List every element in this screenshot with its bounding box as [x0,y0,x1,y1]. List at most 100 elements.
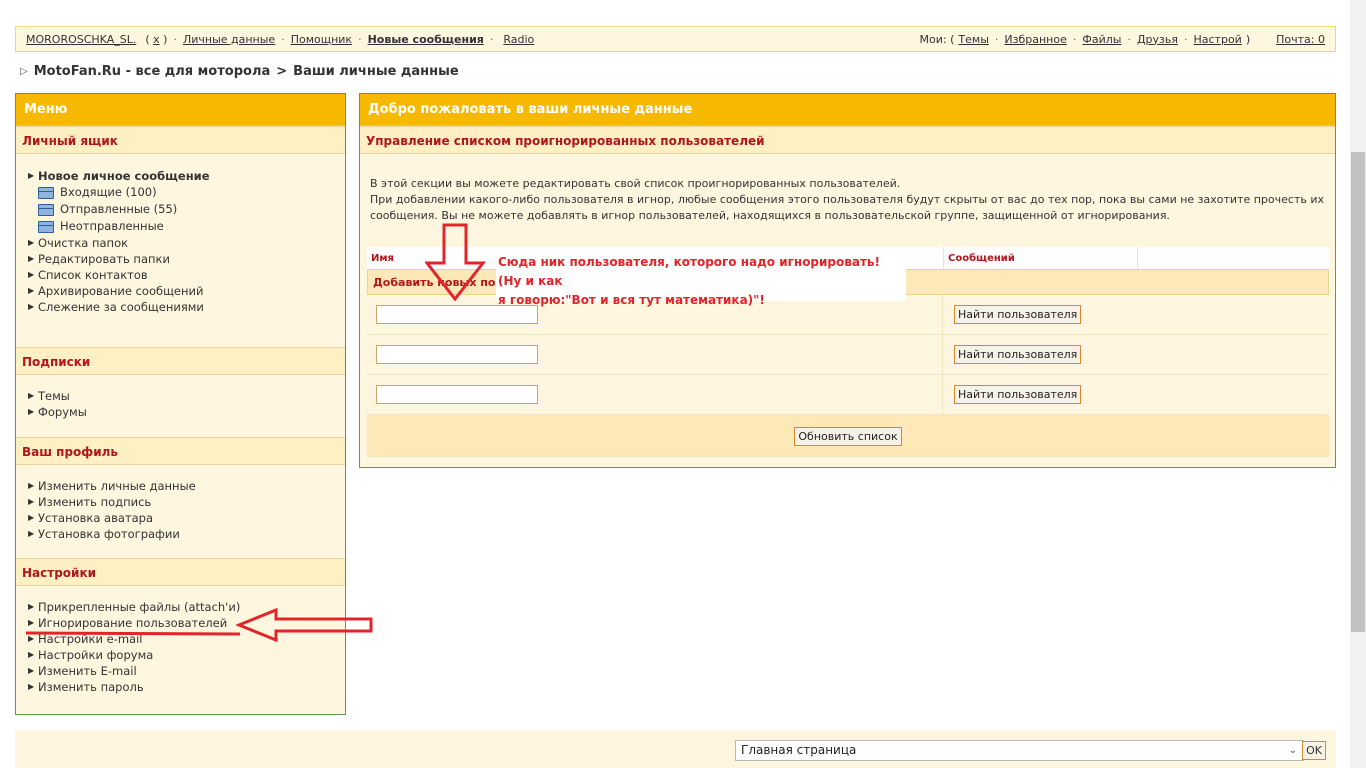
sidebar-item-label: Очистка папок [38,236,129,250]
bullet-icon: ▶ [28,171,35,180]
mail-link[interactable]: Почта: 0 [1276,33,1325,46]
sidebar-item-label: Прикрепленные файлы (attach'и) [38,600,241,614]
breadcrumb-site[interactable]: MotoFan.Ru - все для моторола [34,64,271,79]
action-cell: Найти пользователя [943,295,1082,334]
sidebar-item-label: Редактировать папки [38,252,170,266]
subscriptions-section: ▶ Темы ▶ Форумы [16,375,345,437]
bullet-icon: ▶ [28,666,35,675]
folder-inbox[interactable]: Входящие (100) [26,184,345,201]
scrollbar-thumb[interactable] [1351,152,1365,632]
sidebar-item-tracking[interactable]: ▶ Слежение за сообщениями [26,299,345,315]
files-link[interactable]: Файлы [1082,33,1121,46]
mailbox-section: ▶ Новое личное сообщение Входящие (100) О… [16,154,345,347]
bullet-icon: ▶ [28,481,35,490]
table-footer: Обновить список [367,415,1329,457]
close-paren: ) [1245,32,1251,46]
user-links: MOROROSCHKA_SL. ( x ) · Личные данные · … [26,33,534,46]
folder-icon [38,221,54,233]
annotation-line-2: я говорю:"Вот и вся тут математика)"! [498,293,765,307]
folder-sent[interactable]: Отправленные (55) [26,201,345,218]
separator: · [358,32,362,46]
sidebar-item-label: Список контактов [38,268,148,282]
sidebar-item-contacts[interactable]: ▶ Список контактов [26,267,345,283]
jump-select[interactable]: Главная страница ⌄ [735,740,1304,761]
menu-title: Меню [16,94,345,126]
radio-link[interactable]: Radio [503,33,534,46]
bullet-icon: ▶ [28,497,35,506]
sidebar-item-photo[interactable]: ▶ Установка фотографии [26,526,345,542]
separator: · [173,32,177,46]
bullet-icon: ▶ [28,650,35,659]
personal-data-link[interactable]: Личные данные [183,33,275,46]
annotation-note: Сюда ник пользователя, которого надо игн… [496,251,906,307]
sidebar-item-label: Темы [38,389,70,403]
sidebar-item-label: Установка фотографии [38,527,180,541]
sidebar-item-change-email[interactable]: ▶ Изменить E-mail [26,663,345,679]
intro-text: В этой секции вы можете редактировать св… [360,154,1335,224]
find-user-button[interactable]: Найти пользователя [954,385,1082,404]
my-label: Мои: ( [919,32,955,46]
sidebar-item-change-password[interactable]: ▶ Изменить пароль [26,679,345,695]
action-cell: Найти пользователя [943,375,1082,414]
folder-icon [38,187,54,199]
sidebar-item-label: Изменить E-mail [38,664,137,678]
sidebar-item-forum-settings[interactable]: ▶ Настройки форума [26,647,345,663]
ignore-username-input[interactable] [376,385,538,404]
sidebar-item-label: Изменить пароль [38,680,144,694]
separator: · [281,32,285,46]
favorites-link[interactable]: Избранное [1004,33,1066,46]
breadcrumb: ▷ MotoFan.Ru - все для моторола > Ваши л… [20,64,459,79]
separator: · [1184,32,1188,46]
top-user-bar: MOROROSCHKA_SL. ( x ) · Личные данные · … [15,26,1336,52]
annotation-line-1: Сюда ник пользователя, которого надо игн… [498,255,880,288]
sidebar-item-avatar[interactable]: ▶ Установка аватара [26,510,345,526]
username-link[interactable]: MOROROSCHKA_SL. [26,33,136,46]
my-topics-link[interactable]: Темы [958,33,988,46]
sidebar-item-archive[interactable]: ▶ Архивирование сообщений [26,283,345,299]
sidebar-item-forums[interactable]: ▶ Форумы [26,404,345,420]
update-list-button[interactable]: Обновить список [794,426,902,446]
sidebar-item-label: Установка аватара [38,511,154,525]
bullet-icon: ▶ [28,391,35,400]
bullet-icon: ▶ [28,286,35,295]
annotation-arrow-left-icon [236,607,373,643]
folder-label: Отправленные (55) [60,202,178,216]
sidebar-item-label: Настройки форума [38,648,154,662]
sidebar-item-label: Слежение за сообщениями [38,300,204,314]
bullet-icon: ▶ [28,407,35,416]
sidebar-item-topics[interactable]: ▶ Темы [26,388,345,404]
profile-heading: Ваш профиль [16,437,345,465]
logout-link[interactable]: x [153,33,160,46]
sidebar-item-edit-profile[interactable]: ▶ Изменить личные данные [26,478,345,494]
col-messages-header: Сообщений [943,247,1137,269]
sidebar-item-signature[interactable]: ▶ Изменить подпись [26,494,345,510]
friends-link[interactable]: Друзья [1137,33,1178,46]
new-messages-link[interactable]: Новые сообщения [368,33,484,46]
bullet-icon: ▶ [28,238,35,247]
ignore-username-input[interactable] [376,345,538,364]
my-links: Мои: ( Темы · Избранное · Файлы · Друзья… [920,33,1325,46]
annotation-arrow-down-icon [425,223,487,302]
profile-section: ▶ Изменить личные данные ▶ Изменить подпис… [16,465,345,558]
find-user-button[interactable]: Найти пользователя [954,305,1082,324]
sidebar-item-clear-folders[interactable]: ▶ Очистка папок [26,235,345,251]
ok-button[interactable]: OK [1302,741,1326,760]
sidebar-item-edit-folders[interactable]: ▶ Редактировать папки [26,251,345,267]
table-row: Найти пользователя [367,335,1329,375]
subscriptions-heading: Подписки [16,347,345,375]
bullet-icon: ▶ [28,513,35,522]
find-user-button[interactable]: Найти пользователя [954,345,1082,364]
folder-unsent[interactable]: Неотправленные [26,218,345,235]
settings-link[interactable]: Настрой [1194,33,1242,46]
sidebar-item-new-message[interactable]: ▶ Новое личное сообщение [26,168,345,184]
action-cell: Найти пользователя [943,335,1082,374]
bullet-icon: ▶ [28,270,35,279]
bullet-icon: ▶ [28,302,35,311]
bullet-icon: ▶ [28,682,35,691]
helper-link[interactable]: Помощник [291,33,352,46]
jump-select-value: Главная страница [741,743,857,757]
bullet-icon: ▶ [28,254,35,263]
sidebar-item-label: Игнорирование пользователей [38,616,228,630]
folder-label: Входящие (100) [60,185,157,199]
breadcrumb-sep: > [276,64,288,79]
